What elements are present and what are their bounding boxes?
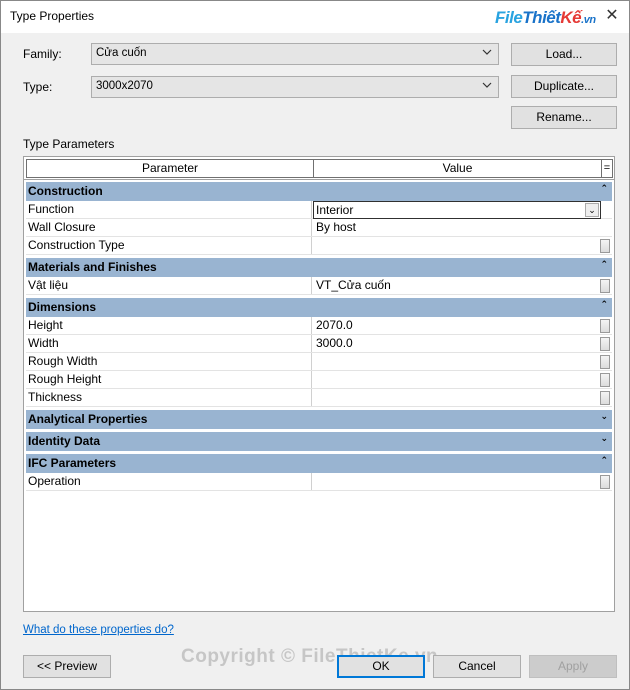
type-properties-dialog: Type Properties FileThiếtKế.vn ✕ Family:… — [0, 0, 630, 690]
close-icon[interactable]: ✕ — [605, 8, 619, 24]
associate-parameter-button[interactable] — [600, 279, 610, 293]
param-value[interactable]: 3000.0 — [314, 335, 600, 352]
param-name: Function — [26, 201, 312, 218]
param-value[interactable] — [314, 473, 600, 490]
associate-parameter-button[interactable] — [600, 337, 610, 351]
title-bar: Type Properties FileThiếtKế.vn ✕ — [1, 1, 629, 33]
function-value-dropdown[interactable]: Interior ⌄ — [313, 201, 601, 219]
column-menu-icon[interactable]: = — [602, 159, 613, 178]
group-label: Analytical Properties — [28, 412, 148, 426]
load-button[interactable]: Load... — [511, 43, 617, 66]
associate-parameter-button[interactable] — [600, 373, 610, 387]
param-row-height[interactable]: Height 2070.0 — [26, 317, 612, 335]
collapse-icon[interactable]: ⌃ — [600, 259, 608, 270]
group-label: Construction — [28, 184, 103, 198]
associate-parameter-button[interactable] — [600, 319, 610, 333]
param-name: Construction Type — [26, 237, 312, 254]
value-column-header[interactable]: Value — [314, 159, 602, 178]
param-name: Operation — [26, 473, 312, 490]
expand-icon[interactable]: ⌄ — [600, 433, 608, 444]
window-title: Type Properties — [10, 9, 95, 23]
param-name: Rough Width — [26, 353, 312, 370]
group-label: IFC Parameters — [28, 456, 117, 470]
param-value[interactable]: By host — [314, 219, 600, 236]
param-name: Thickness — [26, 389, 312, 406]
param-row-width[interactable]: Width 3000.0 — [26, 335, 612, 353]
cancel-button[interactable]: Cancel — [433, 655, 521, 678]
ok-button[interactable]: OK — [337, 655, 425, 678]
type-parameters-label: Type Parameters — [23, 137, 115, 151]
param-value[interactable]: 2070.0 — [314, 317, 600, 334]
chevron-down-icon — [482, 82, 492, 88]
group-label: Dimensions — [28, 300, 97, 314]
family-value: Cửa cuốn — [96, 47, 147, 59]
help-link[interactable]: What do these properties do? — [23, 624, 174, 636]
type-label: Type: — [23, 80, 53, 94]
collapse-icon[interactable]: ⌃ — [600, 183, 608, 194]
expand-icon[interactable]: ⌄ — [600, 411, 608, 422]
param-name: Width — [26, 335, 312, 352]
group-label: Materials and Finishes — [28, 260, 157, 274]
param-value[interactable] — [314, 353, 600, 370]
group-identity-data[interactable]: Identity Data ⌄ — [26, 432, 612, 451]
group-materials-and-finishes[interactable]: Materials and Finishes ⌃ — [26, 258, 612, 277]
chevron-down-icon — [482, 49, 492, 55]
param-value[interactable] — [314, 237, 600, 254]
group-construction[interactable]: Construction ⌃ — [26, 182, 612, 201]
type-dropdown[interactable]: 3000x2070 — [91, 76, 499, 98]
group-analytical-properties[interactable]: Analytical Properties ⌄ — [26, 410, 612, 429]
param-row-rough-height[interactable]: Rough Height — [26, 371, 612, 389]
associate-parameter-button[interactable] — [600, 355, 610, 369]
associate-parameter-button[interactable] — [600, 391, 610, 405]
param-value[interactable] — [314, 371, 600, 388]
apply-button[interactable]: Apply — [529, 655, 617, 678]
param-name: Height — [26, 317, 312, 334]
param-name: Wall Closure — [26, 219, 312, 236]
filethietke-logo: FileThiếtKế.vn — [495, 8, 596, 27]
param-row-operation[interactable]: Operation — [26, 473, 612, 491]
chevron-down-icon[interactable]: ⌄ — [585, 203, 599, 217]
preview-button[interactable]: << Preview — [23, 655, 111, 678]
param-row-wall-closure[interactable]: Wall Closure By host — [26, 219, 612, 237]
param-name: Vật liệu — [26, 277, 312, 294]
group-ifc-parameters[interactable]: IFC Parameters ⌃ — [26, 454, 612, 473]
associate-parameter-button[interactable] — [600, 239, 610, 253]
param-row-rough-width[interactable]: Rough Width — [26, 353, 612, 371]
rename-button[interactable]: Rename... — [511, 106, 617, 129]
param-row-construction-type[interactable]: Construction Type — [26, 237, 612, 255]
param-value[interactable]: VT_Cửa cuốn — [314, 277, 600, 294]
collapse-icon[interactable]: ⌃ — [600, 299, 608, 310]
grid-header: Parameter Value = — [24, 157, 614, 180]
param-row-vat-lieu[interactable]: Vật liệu VT_Cửa cuốn — [26, 277, 612, 295]
collapse-icon[interactable]: ⌃ — [600, 455, 608, 466]
parameter-column-header[interactable]: Parameter — [26, 159, 314, 178]
param-value: Interior — [316, 203, 354, 217]
parameters-grid: Parameter Value = Construction ⌃ Functio… — [23, 156, 615, 612]
group-dimensions[interactable]: Dimensions ⌃ — [26, 298, 612, 317]
family-label: Family: — [23, 47, 62, 61]
param-row-function[interactable]: Function Interior ⌄ — [26, 201, 612, 219]
param-name: Rough Height — [26, 371, 312, 388]
param-row-thickness[interactable]: Thickness — [26, 389, 612, 407]
group-label: Identity Data — [28, 434, 101, 448]
param-value[interactable] — [314, 389, 600, 406]
associate-parameter-button[interactable] — [600, 475, 610, 489]
family-dropdown[interactable]: Cửa cuốn — [91, 43, 499, 65]
type-value: 3000x2070 — [96, 80, 153, 92]
duplicate-button[interactable]: Duplicate... — [511, 75, 617, 98]
